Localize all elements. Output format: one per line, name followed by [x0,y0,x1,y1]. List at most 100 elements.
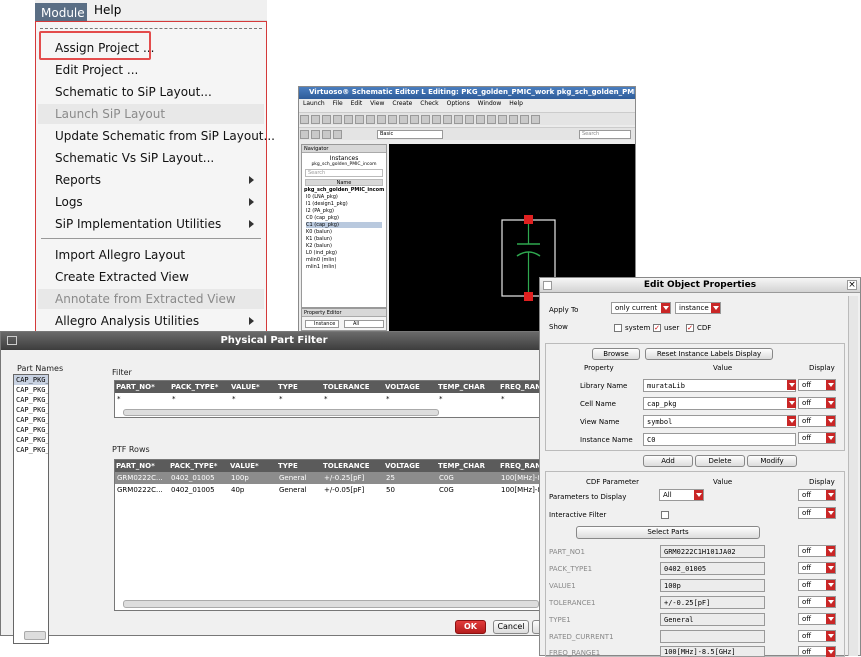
vertical-scrollbar[interactable] [848,296,858,656]
stretch-icon[interactable] [366,115,375,124]
column-header[interactable]: TOLERANCE [323,383,370,391]
tree-item[interactable]: I0 (LNA_pkg) [306,194,338,200]
list-item[interactable]: CAP_PKG_03015 [14,385,48,395]
navigator-column-header[interactable]: Name [305,179,383,186]
column-header[interactable]: TEMP_CHAR [438,383,485,391]
display-dropdown[interactable]: off [798,579,836,591]
view-name-field[interactable]: symbol [643,415,796,428]
menu-item-schematic-to-sip[interactable]: Schematic to SiP Layout... [55,85,212,99]
instance-icon[interactable] [454,115,463,124]
column-header[interactable]: FREQ_RANG [500,383,543,391]
filter-cell[interactable]: * [501,395,505,403]
tree-root[interactable]: pkg_sch_golden_PMIC_incom [304,187,384,193]
column-header[interactable]: TEMP_CHAR [438,462,485,470]
tree-item[interactable]: L0 (ind_pkg) [306,250,337,256]
delete-button[interactable]: Delete [695,455,745,467]
params-to-display-dropdown[interactable]: All [659,489,704,501]
list-item[interactable]: CAP_PKG_0805_ [14,415,48,425]
forward-icon[interactable] [311,130,320,139]
column-header[interactable]: TOLERANCE [323,462,370,470]
display-dropdown[interactable]: off [798,562,836,574]
menu-item-annotate-from-extracted-view[interactable]: Annotate from Extracted View [55,292,236,306]
property-filter-combo[interactable]: All [344,320,384,328]
label-icon[interactable] [443,115,452,124]
check-save-icon[interactable] [465,115,474,124]
move-icon[interactable] [344,115,353,124]
tree-item[interactable]: I1 (design1_pkg) [306,201,348,207]
menu-item-update-schematic[interactable]: Update Schematic from SiP Layout... [55,129,275,143]
column-header[interactable]: TYPE [278,462,298,470]
menu-item-allegro-analysis-utilities[interactable]: Allegro Analysis Utilities [55,314,199,328]
search-input[interactable]: Search [579,130,631,139]
column-header[interactable]: VALUE* [230,462,259,470]
menu-help[interactable]: Help [509,100,523,107]
tree-item[interactable]: K0 (balun) [306,229,332,235]
tree-item[interactable]: I2 (PA_pkg) [306,208,334,214]
descend-icon[interactable] [520,115,529,124]
refresh-icon[interactable] [333,130,342,139]
column-header[interactable]: VOLTAGE [385,462,420,470]
pin-icon[interactable] [432,115,441,124]
up-icon[interactable] [322,130,331,139]
display-dropdown[interactable]: off [798,432,836,444]
back-icon[interactable] [300,130,309,139]
list-item[interactable]: CAP_PKG_0805_ [14,445,48,455]
menu-item-schematic-vs-sip[interactable]: Schematic Vs SiP Layout... [55,151,214,165]
cancel-button[interactable]: Cancel [493,620,529,634]
reset-labels-button[interactable]: Reset Instance Labels Display [645,348,773,360]
list-scrollbar[interactable] [24,631,46,640]
tree-item[interactable]: C0 (cap_pkg) [306,215,339,221]
display-dropdown[interactable]: off [798,507,836,519]
filter-cell[interactable]: * [439,395,443,403]
menu-edit[interactable]: Edit [351,100,363,107]
interactive-filter-checkbox[interactable] [661,511,669,519]
column-header[interactable]: PART_NO* [116,383,155,391]
apply-scope-dropdown[interactable]: instance [675,302,721,314]
hierarchy-icon[interactable] [509,115,518,124]
display-dropdown[interactable]: off [798,545,836,557]
copy-icon[interactable] [355,115,364,124]
display-dropdown[interactable]: off [798,489,836,501]
menu-item-launch-sip-layout[interactable]: Launch SiP Layout [55,107,165,121]
menu-item-import-allegro-layout[interactable]: Import Allegro Layout [55,248,185,262]
wire-icon[interactable] [421,115,430,124]
table-row[interactable]: GRM0222C... 0402_01005 40p General +/-0.… [115,484,543,496]
delete-icon[interactable] [377,115,386,124]
menu-item-create-extracted-view[interactable]: Create Extracted View [55,270,189,284]
system-checkbox[interactable] [614,324,622,332]
workspace-combo[interactable]: Basic [377,130,443,139]
list-item[interactable]: CAP_PKG_1008_ [14,435,48,445]
part-names-list[interactable]: CAP_PKG_0402 CAP_PKG_03015 CAP_PKG_0201_… [13,374,49,644]
cdf-checkbox[interactable]: ✓ [686,324,694,332]
add-button[interactable]: Add [643,455,693,467]
column-header[interactable]: TYPE [278,383,298,391]
chevron-down-icon[interactable] [787,380,796,390]
column-header[interactable]: PART_NO* [116,462,155,470]
menu-launch[interactable]: Launch [303,100,325,107]
tree-item[interactable]: mlin0 (mlin) [306,257,336,263]
open-icon[interactable] [311,115,320,124]
chevron-down-icon[interactable] [787,398,796,408]
menu-options[interactable]: Options [447,100,470,107]
select-parts-button[interactable]: Select Parts [576,526,760,539]
browse-button[interactable]: Browse [592,348,640,360]
modify-button[interactable]: Modify [747,455,797,467]
close-icon[interactable]: × [847,280,857,290]
filter-cell[interactable]: * [232,395,236,403]
display-dropdown[interactable]: off [798,397,836,409]
cell-name-field[interactable]: cap_pkg [643,397,796,410]
horizontal-scrollbar[interactable] [123,600,539,608]
zoom-in-icon[interactable] [476,115,485,124]
column-header[interactable]: PACK_TYPE* [171,383,218,391]
user-checkbox[interactable]: ✓ [653,324,661,332]
display-dropdown[interactable]: off [798,613,836,625]
instance-name-field[interactable]: C0 [643,433,796,446]
column-header[interactable]: PACK_TYPE* [170,462,217,470]
filter-cell[interactable]: * [172,395,176,403]
filter-row[interactable]: * * * * * * * * [115,393,543,405]
return-icon[interactable] [531,115,540,124]
menu-check[interactable]: Check [420,100,438,107]
menu-item-reports[interactable]: Reports [55,173,101,187]
column-header[interactable]: VALUE* [231,383,260,391]
filter-cell[interactable]: * [117,395,121,403]
